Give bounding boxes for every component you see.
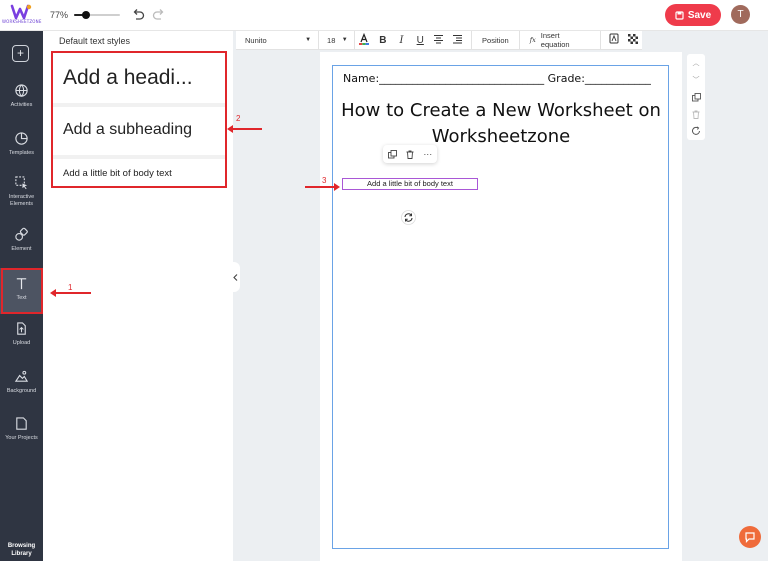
chat-icon	[745, 532, 755, 543]
interactive-icon	[15, 176, 28, 190]
font-size-select[interactable]: 18 ▼	[319, 30, 355, 50]
toolbar-edge	[233, 31, 236, 50]
undo-icon[interactable]	[131, 8, 145, 22]
sidebar-item-label: Templates	[8, 150, 35, 156]
sidebar-item-background[interactable]: Background	[0, 369, 43, 395]
globe-icon	[15, 84, 28, 97]
underline-button[interactable]: U	[411, 35, 430, 46]
zoom-level: 77%	[50, 10, 69, 20]
more-options-icon[interactable]: ···	[423, 149, 432, 159]
help-chat-button[interactable]	[739, 526, 761, 548]
chevron-down-icon[interactable]: ﹀	[693, 75, 700, 85]
zoom-slider[interactable]	[74, 11, 120, 19]
insert-equation-button[interactable]: fx Insert equation	[524, 31, 596, 49]
save-icon	[675, 10, 684, 20]
annotation-arrow-3	[305, 183, 340, 191]
name-grade-line[interactable]: Name:______________________________ Grad…	[343, 72, 651, 85]
sidebar-item-label: Your Projects	[5, 435, 38, 441]
sidebar-item-activities[interactable]: Activities	[0, 83, 43, 109]
function-icon: fx	[529, 36, 536, 44]
transparency-icon	[627, 33, 638, 44]
insert-equation-label: Insert equation	[540, 31, 570, 49]
sidebar-item-your-projects[interactable]: Your Projects	[0, 416, 43, 442]
text-color-icon	[359, 32, 370, 45]
collapse-panel-handle[interactable]	[231, 262, 240, 292]
save-label: Save	[687, 9, 712, 21]
annotation-arrow-2	[227, 125, 262, 133]
sidebar-item-label: Background	[6, 388, 37, 394]
sidebar-item-element[interactable]: Element	[0, 227, 43, 253]
selected-text-element[interactable]: Add a little bit of body text	[342, 178, 478, 190]
text-toolbar: Nunito ▼ 18 ▼ B I U Position fx Insert e…	[236, 30, 642, 50]
sidebar-item-label: Upload	[12, 340, 31, 346]
redo-icon[interactable]	[152, 8, 166, 22]
sidebar-item-templates[interactable]: Templates	[0, 131, 43, 157]
annotation-number-1: 1	[68, 283, 73, 292]
list-button[interactable]	[448, 34, 467, 47]
text-effects-button[interactable]	[605, 33, 624, 47]
text-effects-icon	[609, 33, 619, 44]
bold-button[interactable]: B	[373, 35, 392, 46]
caret-down-icon: ▼	[341, 37, 348, 43]
annotation-arrow-1	[50, 289, 91, 297]
chevron-left-icon	[233, 273, 238, 281]
element-action-bar: ···	[383, 145, 437, 163]
font-family-select[interactable]: Nunito ▼	[236, 30, 320, 50]
list-icon	[453, 34, 463, 44]
browsing-library-button[interactable]: Browsing Library	[0, 538, 43, 561]
toolbar-divider	[599, 30, 601, 50]
sidebar-item-interactive-elements[interactable]: Interactive Elements	[0, 175, 43, 208]
add-icon[interactable]: +	[12, 45, 29, 62]
upload-icon	[17, 322, 26, 335]
highlight-text-styles	[51, 51, 227, 188]
templates-icon	[15, 132, 28, 145]
logo-text: WORKSHEETZONE	[2, 19, 42, 24]
sidebar-item-label: Element	[11, 246, 32, 252]
font-family-value: Nunito	[245, 35, 267, 45]
save-button[interactable]: Save	[665, 4, 721, 26]
annotation-number-2: 2	[236, 114, 241, 123]
top-bar: WORKSHEETZONE 77% Save T	[0, 0, 768, 31]
align-center-icon	[434, 34, 444, 44]
panel-title: Default text styles	[59, 36, 131, 46]
refresh-icon[interactable]	[691, 126, 701, 136]
toolbar-divider	[518, 30, 520, 50]
duplicate-icon[interactable]	[387, 149, 397, 159]
font-size-value: 18	[327, 35, 336, 45]
user-avatar[interactable]: T	[731, 5, 750, 24]
annotation-number-3: 3	[322, 176, 327, 185]
transparency-button[interactable]	[623, 33, 642, 47]
align-button[interactable]	[430, 34, 449, 47]
italic-button[interactable]: I	[392, 35, 411, 46]
toolbar-divider	[471, 30, 473, 50]
background-icon	[14, 370, 29, 382]
duplicate-page-icon[interactable]	[691, 93, 701, 102]
folder-icon	[16, 417, 27, 430]
sidebar-item-upload[interactable]: Upload	[0, 321, 43, 347]
highlight-text-tab	[1, 268, 43, 314]
shapes-icon	[15, 227, 28, 241]
worksheet-title[interactable]: How to Create a New Worksheet on Workshe…	[336, 98, 666, 150]
page-tools: ︿ ﹀	[687, 54, 705, 140]
sidebar-item-label: Activities	[10, 102, 33, 108]
caret-down-icon: ▼	[305, 37, 312, 43]
sidebar-item-label: Interactive Elements	[8, 194, 35, 207]
rotate-icon[interactable]	[401, 210, 416, 225]
chevron-up-icon[interactable]: ︿	[693, 58, 700, 68]
position-button[interactable]: Position	[476, 36, 515, 45]
text-color-button[interactable]	[355, 32, 374, 48]
delete-icon[interactable]	[406, 150, 414, 159]
zoom-slider-handle[interactable]	[81, 11, 90, 19]
delete-page-icon[interactable]	[692, 110, 700, 119]
